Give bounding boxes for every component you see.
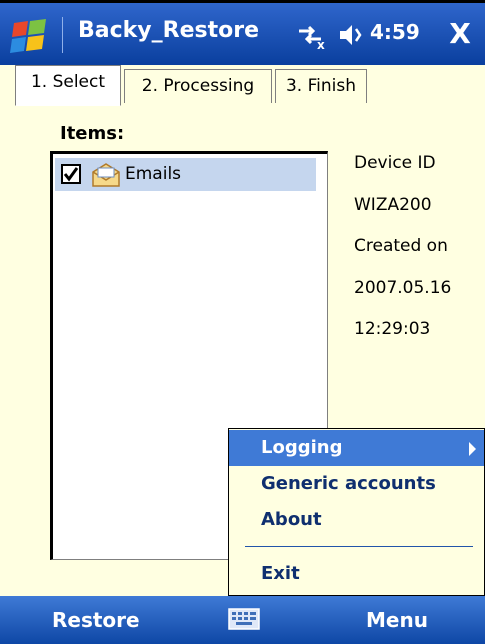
menu-item-exit[interactable]: Exit [229, 556, 484, 592]
close-button[interactable]: X [444, 17, 476, 51]
keyboard-icon[interactable] [228, 608, 260, 630]
svg-text:x: x [317, 38, 325, 51]
connectivity-icon[interactable]: x [295, 19, 327, 52]
windows-start-icon[interactable] [8, 17, 54, 57]
tab-finish[interactable]: 3. Finish [275, 69, 367, 103]
menu-item-label: Logging [261, 437, 343, 458]
created-time-value: 12:29:03 [354, 319, 431, 339]
title-separator [62, 17, 63, 53]
context-menu: Logging Generic accounts About Exit [228, 428, 485, 596]
tab-strip: 1. Select 2. Processing 3. Finish [0, 65, 485, 106]
restore-softkey[interactable]: Restore [52, 608, 140, 632]
tab-select[interactable]: 1. Select [15, 65, 121, 106]
created-date-value: 2007.05.16 [354, 278, 452, 298]
emails-checkbox[interactable] [61, 164, 81, 184]
created-on-label: Created on [354, 236, 448, 256]
checkmark-icon [63, 167, 79, 182]
menu-softkey[interactable]: Menu [366, 608, 428, 632]
app-title: Backy_Restore [78, 18, 259, 43]
menu-item-generic-accounts[interactable]: Generic accounts [229, 466, 484, 502]
menu-separator [245, 546, 473, 547]
menu-item-about[interactable]: About [229, 502, 484, 538]
device-id-label: Device ID [354, 153, 436, 173]
menu-item-label: Generic accounts [261, 473, 436, 494]
tab-processing[interactable]: 2. Processing [124, 69, 272, 103]
title-bar: Backy_Restore x 4:59 X [0, 0, 485, 65]
softkey-bar: Restore Menu [0, 596, 485, 644]
items-heading: Items: [60, 123, 125, 144]
list-item[interactable]: Emails [55, 158, 316, 191]
submenu-arrow-icon [469, 442, 476, 456]
device-id-value: WIZA200 [354, 195, 432, 215]
menu-item-logging[interactable]: Logging [229, 430, 484, 466]
menu-item-label: Exit [261, 563, 300, 584]
clock[interactable]: 4:59 [370, 20, 420, 44]
volume-icon[interactable] [338, 21, 366, 49]
menu-item-label: About [261, 509, 322, 530]
email-icon [91, 162, 121, 188]
list-item-label: Emails [125, 164, 182, 184]
